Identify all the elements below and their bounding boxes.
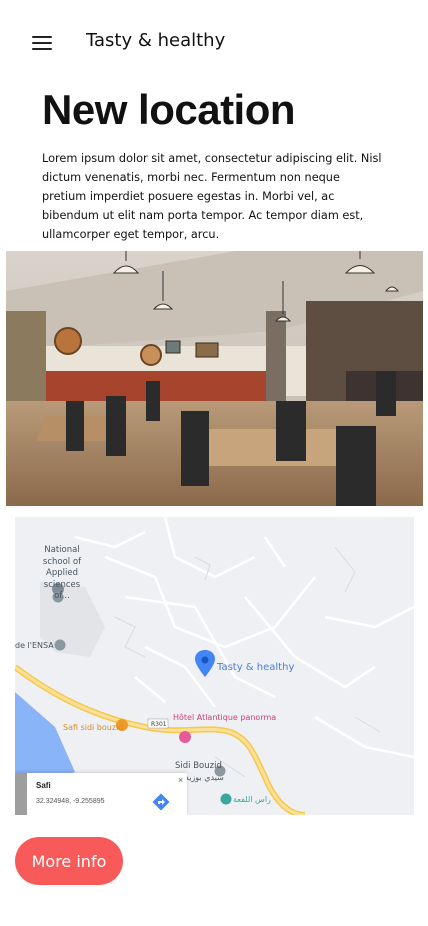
page-title: New location [42, 86, 296, 133]
close-icon[interactable]: × [178, 775, 183, 785]
more-info-button[interactable]: More info [15, 837, 123, 885]
place-name: Safi [36, 781, 51, 790]
road-label: R301 [151, 721, 167, 728]
map-marker-label[interactable]: Tasty & healthy [217, 662, 294, 673]
map-info-card[interactable]: Safi 32.324948, -9.255895 × [15, 773, 187, 815]
map-ensa-label: de l'ENSA [15, 641, 54, 650]
menu-icon[interactable] [26, 28, 58, 56]
location-map[interactable]: R301 National school of Applied sciences… [15, 517, 414, 815]
place-thumbnail [15, 773, 27, 815]
map-sidi-bouzid-label: Sidi Bouzid [175, 761, 222, 771]
map-safi-label: Safi sidi bouzid [63, 723, 124, 732]
map-hotel-label: Hôtel Atlantique panorma [173, 713, 277, 722]
directions-icon[interactable] [152, 793, 170, 811]
app-bar: Tasty & healthy [0, 0, 428, 82]
map-school-label: National school of Applied sciences of..… [42, 545, 82, 601]
map-sidi-bouzid-ar-label: سيدي بوزيد [185, 773, 224, 782]
description-text: Lorem ipsum dolor sit amet, consectetur … [42, 152, 382, 241]
restaurant-photo [6, 251, 423, 506]
map-ras-laflaa-label: راس اللفعة [233, 795, 271, 804]
place-coordinates: 32.324948, -9.255895 [36, 798, 105, 805]
app-title: Tasty & healthy [86, 30, 226, 51]
